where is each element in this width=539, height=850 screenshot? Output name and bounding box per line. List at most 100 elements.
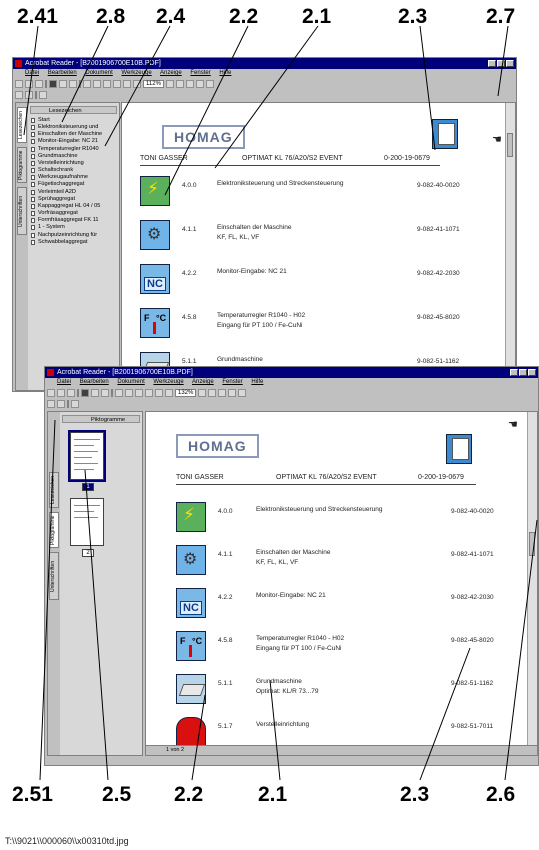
tab-thumbnails[interactable]: Piktogramme <box>17 147 27 183</box>
bookmark-item[interactable]: Sprühaggregat <box>30 196 117 203</box>
menu-edit[interactable]: Bearbeiten <box>80 379 109 385</box>
scroll-thumb[interactable] <box>507 133 513 157</box>
close-button[interactable] <box>506 60 514 67</box>
back-button[interactable] <box>123 80 131 88</box>
open-button[interactable] <box>47 389 55 397</box>
menu-file[interactable]: Datei <box>25 70 39 76</box>
menu-edit[interactable]: Bearbeiten <box>48 70 77 76</box>
actual-size-button[interactable] <box>208 389 217 397</box>
document-code[interactable]: 9-082-41-1071 <box>417 226 460 233</box>
select-text-button[interactable] <box>15 91 23 99</box>
forward-button[interactable] <box>133 80 141 88</box>
bookmark-item[interactable]: Einschalten der Maschine <box>30 131 117 138</box>
last-page-button[interactable] <box>145 389 153 397</box>
bookmark-item[interactable]: Start <box>30 117 117 124</box>
bookmark-item[interactable]: Werkzeugaufnahme <box>30 174 117 181</box>
document-code[interactable]: 9-082-45-8020 <box>417 314 460 321</box>
thumbnail-page[interactable] <box>70 498 104 546</box>
nc-icon[interactable]: NC <box>140 264 170 294</box>
menu-tools[interactable]: Werkzeuge <box>153 379 183 385</box>
document-code[interactable]: 9-082-41-1071 <box>451 551 494 558</box>
tab-signatures[interactable]: Unterschriften <box>49 552 59 600</box>
next-page-button[interactable] <box>103 80 111 88</box>
temp-icon[interactable]: F °C <box>140 308 170 338</box>
lightning-icon[interactable] <box>140 176 170 206</box>
menu-window[interactable]: Fenster <box>222 379 242 385</box>
binoculars-icon[interactable] <box>49 80 57 88</box>
actual-size-button[interactable] <box>175 80 184 88</box>
scroll-thumb[interactable] <box>529 532 535 556</box>
bookmark-item[interactable]: Schaltschrank <box>30 167 117 174</box>
fit-page-button[interactable] <box>218 389 227 397</box>
binoculars-icon[interactable] <box>81 389 89 397</box>
bookmark-item[interactable]: Grundmaschine <box>30 153 117 160</box>
fit-width-button[interactable] <box>228 389 237 397</box>
rotate-button[interactable] <box>238 389 247 397</box>
vertical-scrollbar[interactable] <box>505 103 515 390</box>
minimize-button[interactable] <box>488 60 496 67</box>
open-button[interactable] <box>15 80 23 88</box>
back-button[interactable] <box>155 389 163 397</box>
document-code[interactable]: 9-082-40-0020 <box>417 182 460 189</box>
bookmark-item[interactable]: Fügetischaggregat <box>30 181 117 188</box>
bookmark-item[interactable]: Vorfräsaggregat <box>30 210 117 217</box>
lightning-icon[interactable] <box>176 502 206 532</box>
zoom-in-button[interactable] <box>165 80 174 88</box>
thumbnail-header[interactable]: Piktogramme <box>62 415 140 423</box>
maximize-button[interactable] <box>519 369 527 376</box>
machine-icon[interactable] <box>176 674 206 704</box>
tool-icon[interactable] <box>140 220 170 250</box>
first-page-button[interactable] <box>115 389 123 397</box>
tab-signatures[interactable]: Unterschriften <box>17 187 27 235</box>
zoom-in-button[interactable] <box>198 389 207 397</box>
zoom-tool-button[interactable] <box>101 389 109 397</box>
bookmark-item[interactable]: Nachputzeinrichtung für <box>30 232 117 239</box>
forward-button[interactable] <box>165 389 173 397</box>
prev-page-button[interactable] <box>125 389 133 397</box>
hand-tool-button[interactable] <box>59 80 67 88</box>
document-code[interactable]: 9-082-45-8020 <box>451 637 494 644</box>
save-button[interactable] <box>67 389 75 397</box>
tool-icon[interactable] <box>176 545 206 575</box>
menu-document[interactable]: Dokument <box>85 70 112 76</box>
rotate-button[interactable] <box>205 80 214 88</box>
menu-view[interactable]: Anzeige <box>192 379 214 385</box>
document-code[interactable]: 9-082-51-7011 <box>451 723 493 730</box>
next-page-button[interactable] <box>135 389 143 397</box>
menu-help[interactable]: Hilfe <box>251 379 263 385</box>
thumbnail-page[interactable] <box>68 430 106 482</box>
menu-help[interactable]: Hilfe <box>219 70 231 76</box>
close-button[interactable] <box>528 369 536 376</box>
bookmark-item[interactable]: Elektroniksteuerung und <box>30 124 117 131</box>
bookmark-item[interactable]: Verstelleinrichtung <box>30 160 117 167</box>
vertical-scrollbar[interactable] <box>527 412 537 755</box>
menu-document[interactable]: Dokument <box>117 379 144 385</box>
menu-window[interactable]: Fenster <box>190 70 210 76</box>
select-graphic-button[interactable] <box>57 400 65 408</box>
last-page-button[interactable] <box>113 80 121 88</box>
save-button[interactable] <box>35 80 43 88</box>
zoom-field[interactable]: 112% <box>143 80 164 88</box>
prev-page-button[interactable] <box>93 80 101 88</box>
document-code[interactable]: 9-082-51-1162 <box>417 358 459 365</box>
hand-tool-icon[interactable]: ☚ <box>508 418 518 431</box>
bookmark-item[interactable]: Kappaggregat HL 04 / 05 <box>30 203 117 210</box>
zoom-field[interactable]: 132% <box>175 389 197 397</box>
note-tool-button[interactable] <box>39 91 47 99</box>
note-tool-button[interactable] <box>71 400 79 408</box>
nc-icon[interactable]: NC <box>176 588 206 618</box>
page-indicator[interactable]: 1 von 2 <box>166 747 184 753</box>
zoom-tool-button[interactable] <box>69 80 77 88</box>
bookmark-item[interactable]: Verleimteil A2D <box>30 189 117 196</box>
document-code[interactable]: 9-082-40-0020 <box>451 508 494 515</box>
select-text-button[interactable] <box>47 400 55 408</box>
bookmark-item[interactable]: Monitor-Eingabe: NC 21 <box>30 138 117 145</box>
first-page-button[interactable] <box>83 80 91 88</box>
red-icon[interactable] <box>176 717 206 747</box>
select-graphic-button[interactable] <box>25 91 33 99</box>
print-button[interactable] <box>57 389 65 397</box>
print-button[interactable] <box>25 80 33 88</box>
temp-icon[interactable]: F °C <box>176 631 206 661</box>
bookmark-header[interactable]: Lesezeichen <box>30 106 117 114</box>
tab-bookmarks[interactable]: Lesezeichen <box>17 107 27 143</box>
